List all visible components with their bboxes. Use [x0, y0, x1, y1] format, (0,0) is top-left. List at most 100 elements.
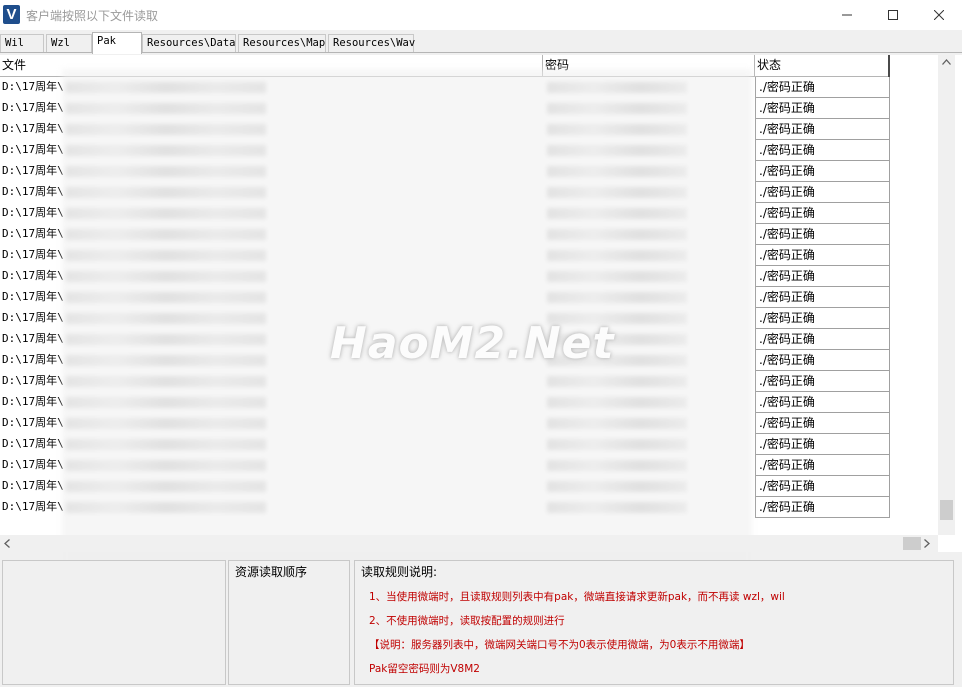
redacted-text — [547, 102, 687, 114]
status-cell: ./密码正确 — [755, 413, 890, 434]
status-cell: ./密码正确 — [755, 266, 890, 287]
password-cell — [543, 77, 755, 98]
tab-resources-data[interactable]: Resources\Data — [142, 34, 236, 52]
redacted-text — [547, 123, 687, 135]
file-path-text: D:\17周年\ — [2, 248, 64, 261]
table-row[interactable]: D:\17周年\ ./密码正确 — [0, 245, 890, 266]
column-header-status[interactable]: 状态 — [755, 55, 890, 77]
redacted-text — [65, 291, 266, 303]
password-cell — [543, 161, 755, 182]
table-row[interactable]: D:\17周年\ ./密码正确 — [0, 98, 890, 119]
redacted-text — [65, 249, 266, 261]
close-icon — [934, 10, 944, 20]
tab-bar: Wil Wzl Pak Resources\Data Resources\Map… — [0, 32, 962, 54]
status-cell: ./密码正确 — [755, 476, 890, 497]
redacted-text — [65, 102, 266, 114]
minimize-icon — [842, 14, 852, 16]
password-cell — [543, 371, 755, 392]
window-title: 客户端按照以下文件读取 — [26, 9, 159, 23]
status-cell: ./密码正确 — [755, 371, 890, 392]
table-row[interactable]: D:\17周年\ ./密码正确 — [0, 308, 890, 329]
close-button[interactable] — [916, 0, 962, 30]
tab-resources-map[interactable]: Resources\Map — [238, 34, 326, 52]
file-cell: D:\17周年\ — [0, 161, 543, 182]
file-path-text: D:\17周年\ — [2, 185, 64, 198]
table-row[interactable]: D:\17周年\ ./密码正确 — [0, 392, 890, 413]
main-window: V 客户端按照以下文件读取 Wil Wzl Pak Resources\Data… — [0, 0, 962, 687]
redacted-text — [65, 144, 266, 156]
redacted-text — [547, 207, 687, 219]
horizontal-scroll-thumb[interactable] — [903, 537, 921, 550]
table-row[interactable]: D:\17周年\ ./密码正确 — [0, 140, 890, 161]
scroll-left-arrow-icon[interactable] — [4, 539, 10, 548]
table-row[interactable]: D:\17周年\ ./密码正确 — [0, 266, 890, 287]
rule-line-3: 【说明：服务器列表中，微端网关端口号不为0表示使用微端，为0表示不用微端】 — [369, 639, 750, 651]
password-cell — [543, 287, 755, 308]
password-cell — [543, 392, 755, 413]
vertical-scrollbar[interactable] — [938, 55, 955, 535]
file-path-text: D:\17周年\ — [2, 332, 64, 345]
status-cell: ./密码正确 — [755, 203, 890, 224]
table-row[interactable]: D:\17周年\ ./密码正确 — [0, 371, 890, 392]
redacted-text — [547, 417, 687, 429]
column-header-password[interactable]: 密码 — [543, 55, 755, 77]
scroll-right-arrow-icon[interactable] — [924, 539, 930, 548]
file-path-text: D:\17周年\ — [2, 437, 64, 450]
password-cell — [543, 140, 755, 161]
table-row[interactable]: D:\17周年\ ./密码正确 — [0, 287, 890, 308]
redacted-text — [65, 81, 266, 93]
status-cell: ./密码正确 — [755, 434, 890, 455]
redacted-text — [547, 291, 687, 303]
redacted-text — [65, 375, 266, 387]
table-row[interactable]: D:\17周年\ ./密码正确 — [0, 203, 890, 224]
redacted-text — [547, 228, 687, 240]
tab-wzl[interactable]: Wzl — [46, 34, 92, 52]
redacted-text — [547, 438, 687, 450]
status-cell: ./密码正确 — [755, 455, 890, 476]
table-row[interactable]: D:\17周年\ ./密码正确 — [0, 455, 890, 476]
file-path-text: D:\17周年\ — [2, 416, 64, 429]
rule-line-4: Pak留空密码则为V8M2 — [369, 663, 480, 675]
tab-pak[interactable]: Pak — [92, 32, 142, 54]
file-cell: D:\17周年\ — [0, 476, 543, 497]
table-row[interactable]: D:\17周年\ ./密码正确 — [0, 224, 890, 245]
read-order-panel[interactable]: 资源读取顺序 — [228, 560, 350, 685]
horizontal-scrollbar[interactable] — [0, 535, 938, 552]
file-path-text: D:\17周年\ — [2, 458, 64, 471]
redacted-text — [65, 417, 266, 429]
table-row[interactable]: D:\17周年\ ./密码正确 — [0, 350, 890, 371]
file-path-text: D:\17周年\ — [2, 500, 64, 513]
password-cell — [543, 455, 755, 476]
scroll-up-arrow-icon[interactable] — [942, 59, 951, 65]
vertical-scroll-thumb[interactable] — [940, 500, 953, 520]
status-cell: ./密码正确 — [755, 245, 890, 266]
file-path-text: D:\17周年\ — [2, 395, 64, 408]
redacted-text — [547, 81, 687, 93]
table-row[interactable]: D:\17周年\ ./密码正确 — [0, 329, 890, 350]
table-row[interactable]: D:\17周年\ ./密码正确 — [0, 497, 890, 518]
table-body: D:\17周年\ ./密码正确 D:\17周年\ ./密码正确 D:\17周年\ ./密码… — [0, 77, 890, 518]
table-row[interactable]: D:\17周年\ ./密码正确 — [0, 119, 890, 140]
column-header-file[interactable]: 文件 — [0, 55, 543, 77]
table-row[interactable]: D:\17周年\ ./密码正确 — [0, 434, 890, 455]
file-cell: D:\17周年\ — [0, 392, 543, 413]
file-cell: D:\17周年\ — [0, 266, 543, 287]
file-path-text: D:\17周年\ — [2, 290, 64, 303]
left-blank-panel — [2, 560, 226, 685]
file-path-text: D:\17周年\ — [2, 311, 64, 324]
table-row[interactable]: D:\17周年\ ./密码正确 — [0, 77, 890, 98]
file-cell: D:\17周年\ — [0, 224, 543, 245]
read-rules-title: 读取规则说明: — [361, 565, 438, 579]
table-row[interactable]: D:\17周年\ ./密码正确 — [0, 413, 890, 434]
tab-resources-wav[interactable]: Resources\Wav — [328, 34, 415, 52]
table-row[interactable]: D:\17周年\ ./密码正确 — [0, 476, 890, 497]
file-path-text: D:\17周年\ — [2, 143, 64, 156]
minimize-button[interactable] — [824, 0, 870, 30]
tab-wil[interactable]: Wil — [0, 34, 44, 52]
maximize-button[interactable] — [870, 0, 916, 30]
password-cell — [543, 497, 755, 518]
table-row[interactable]: D:\17周年\ ./密码正确 — [0, 182, 890, 203]
redacted-text — [547, 354, 687, 366]
table-row[interactable]: D:\17周年\ ./密码正确 — [0, 161, 890, 182]
status-cell: ./密码正确 — [755, 98, 890, 119]
